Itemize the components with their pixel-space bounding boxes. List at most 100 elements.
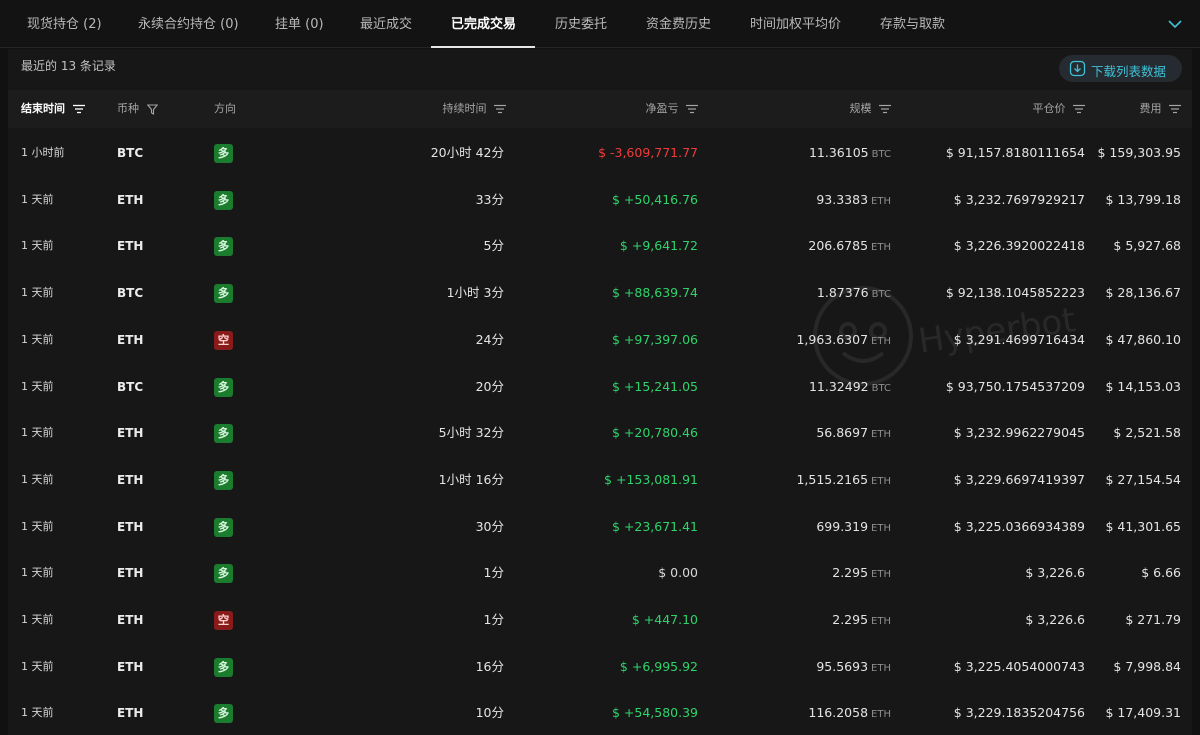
coin-symbol[interactable]: BTC	[117, 364, 143, 411]
column-pnl[interactable]: 净盈亏	[568, 90, 698, 128]
coin-symbol[interactable]: ETH	[117, 504, 143, 551]
table-row[interactable]: 1 天前 ETH 多 1小时 16分 $ +153,081.91 1,515.2165 ET…	[8, 457, 1192, 504]
size-value: 206.6785	[808, 238, 869, 254]
close-price: $ 3,229.1835204756	[953, 705, 1085, 721]
sort-icon[interactable]	[879, 104, 891, 114]
sort-icon[interactable]	[1073, 104, 1085, 114]
coin-symbol[interactable]: ETH	[117, 644, 143, 691]
size-unit: ETH	[871, 242, 891, 254]
table-row[interactable]: 1 天前 ETH 多 1分 $ 0.00 2.295 ETH $ 3,226.6 $ 6.66	[8, 550, 1192, 597]
table-row[interactable]: 1 天前 ETH 多 33分 $ +50,416.76 93.3383 ETH $ 3,232…	[8, 177, 1192, 224]
filter-icon[interactable]	[146, 103, 158, 115]
column-end-time-label: 结束时间	[21, 102, 65, 115]
coin-symbol[interactable]: ETH	[117, 597, 143, 644]
completed-trades-panel: 最近的 13 条记录 下载列表数据 Hyperbot 结束时间 币种 方向 持续…	[8, 49, 1192, 735]
net-pnl: $ +153,081.91	[604, 471, 698, 487]
position-size: 1.87376 BTC	[748, 270, 891, 317]
table-row[interactable]: 1 天前 ETH 多 30分 $ +23,671.41 699.319 ETH $ 3,225…	[8, 504, 1192, 551]
table-row[interactable]: 1 天前 ETH 多 5分 $ +9,641.72 206.6785 ETH $ 3,226.…	[8, 223, 1192, 270]
table-row[interactable]: 1 天前 ETH 空 24分 $ +97,397.06 1,963.6307 ETH $ 3,…	[8, 317, 1192, 364]
coin-symbol[interactable]: ETH	[117, 223, 143, 270]
end-time: 1 天前	[21, 286, 54, 300]
column-pnl-label: 净盈亏	[645, 102, 679, 115]
table-row[interactable]: 1 小时前 BTC 多 20小时 42分 $ -3,609,771.77 11.36105…	[8, 130, 1192, 177]
column-duration[interactable]: 持续时间	[388, 90, 506, 128]
coin-symbol[interactable]: ETH	[117, 177, 143, 224]
tab-perp-positions[interactable]: 永续合约持仓 (0)	[138, 0, 239, 48]
position-size: 2.295 ETH	[748, 550, 891, 597]
size-unit: BTC	[871, 289, 891, 301]
direction-long-badge: 多	[214, 237, 233, 257]
duration: 1小时 16分	[438, 471, 504, 487]
duration: 1小时 3分	[446, 285, 504, 301]
size-value: 116.2058	[808, 705, 869, 721]
duration: 16分	[475, 658, 504, 674]
column-close-price[interactable]: 平仓价	[948, 90, 1085, 128]
coin-symbol[interactable]: ETH	[117, 690, 143, 735]
chevron-down-icon[interactable]	[1166, 15, 1184, 33]
size-unit: ETH	[871, 335, 891, 347]
active-tab-indicator	[431, 46, 535, 48]
size-value: 2.295	[832, 565, 869, 581]
sort-icon[interactable]	[686, 104, 698, 114]
column-close-price-label: 平仓价	[1032, 102, 1066, 115]
table-row[interactable]: 1 天前 ETH 多 5小时 32分 $ +20,780.46 56.8697 ETH $ 3…	[8, 410, 1192, 457]
position-size: 93.3383 ETH	[748, 177, 891, 224]
close-price: $ 93,750.1754537209	[945, 378, 1085, 394]
coin-symbol[interactable]: ETH	[117, 317, 143, 364]
direction-long-badge: 多	[214, 704, 233, 724]
fee: $ 41,301.65	[1105, 518, 1181, 534]
table-row[interactable]: 1 天前 BTC 多 20分 $ +15,241.05 11.32492 BTC $ 93,7…	[8, 364, 1192, 411]
table-row[interactable]: 1 天前 ETH 多 10分 $ +54,580.39 116.2058 ETH $ 3,22…	[8, 690, 1192, 735]
duration: 30分	[475, 518, 504, 534]
column-size-label: 规模	[849, 102, 872, 115]
fee: $ 6.66	[1141, 565, 1181, 581]
fee: $ 27,154.54	[1105, 471, 1181, 487]
end-time: 1 天前	[21, 659, 54, 673]
tab-order-history[interactable]: 历史委托	[555, 0, 607, 48]
fee: $ 271.79	[1125, 612, 1181, 627]
close-price: $ 3,226.3920022418	[953, 238, 1085, 254]
size-value: 11.36105	[808, 145, 869, 160]
tab-spot-holdings[interactable]: 现货持仓 (2)	[27, 0, 102, 48]
download-icon	[1069, 60, 1086, 77]
position-size: 699.319 ETH	[748, 504, 891, 551]
tab-deposits-withdrawals[interactable]: 存款与取款	[880, 0, 945, 48]
tab-completed-trades[interactable]: 已完成交易	[451, 0, 516, 48]
column-end-time[interactable]: 结束时间	[21, 90, 85, 128]
table-row[interactable]: 1 天前 ETH 多 16分 $ +6,995.92 95.5693 ETH $ 3,225.…	[8, 644, 1192, 691]
tab-open-orders[interactable]: 挂单 (0)	[275, 0, 324, 48]
coin-symbol[interactable]: BTC	[117, 270, 143, 317]
sort-icon[interactable]	[1169, 104, 1181, 114]
tab-funding-history[interactable]: 资金费历史	[646, 0, 711, 48]
coin-symbol[interactable]: ETH	[117, 410, 143, 457]
tab-recent-trades[interactable]: 最近成交	[360, 0, 412, 48]
position-size: 116.2058 ETH	[748, 690, 891, 735]
size-value: 11.32492	[808, 378, 869, 394]
sort-icon[interactable]	[494, 104, 506, 114]
column-coin[interactable]: 币种	[117, 90, 158, 128]
table-row[interactable]: 1 天前 ETH 空 1分 $ +447.10 2.295 ETH $ 3,226.6 $ 27…	[8, 597, 1192, 644]
size-unit: ETH	[871, 616, 891, 627]
direction-short-badge: 空	[214, 330, 233, 350]
fee: $ 28,136.67	[1105, 285, 1181, 301]
coin-symbol[interactable]: BTC	[117, 130, 143, 177]
duration: 5分	[483, 238, 504, 254]
table-header: 结束时间 币种 方向 持续时间 净盈亏 规模 平仓价 费用	[8, 90, 1192, 128]
size-unit: ETH	[871, 195, 891, 207]
duration: 33分	[475, 191, 504, 207]
net-pnl: $ +50,416.76	[611, 191, 698, 207]
net-pnl: $ +9,641.72	[619, 238, 698, 254]
close-price: $ 3,226.6	[1025, 612, 1085, 627]
table-row[interactable]: 1 天前 BTC 多 1小时 3分 $ +88,639.74 1.87376 BTC $ 92…	[8, 270, 1192, 317]
coin-symbol[interactable]: ETH	[117, 550, 143, 597]
download-list-button[interactable]: 下载列表数据	[1059, 55, 1182, 82]
duration: 24分	[475, 331, 504, 347]
sort-icon[interactable]	[72, 104, 85, 114]
net-pnl: $ +447.10	[631, 612, 698, 627]
column-fee[interactable]: 费用	[1098, 90, 1181, 128]
fee: $ 14,153.03	[1105, 378, 1181, 394]
tab-twap[interactable]: 时间加权平均价	[750, 0, 841, 48]
column-size[interactable]: 规模	[768, 90, 891, 128]
coin-symbol[interactable]: ETH	[117, 457, 143, 504]
